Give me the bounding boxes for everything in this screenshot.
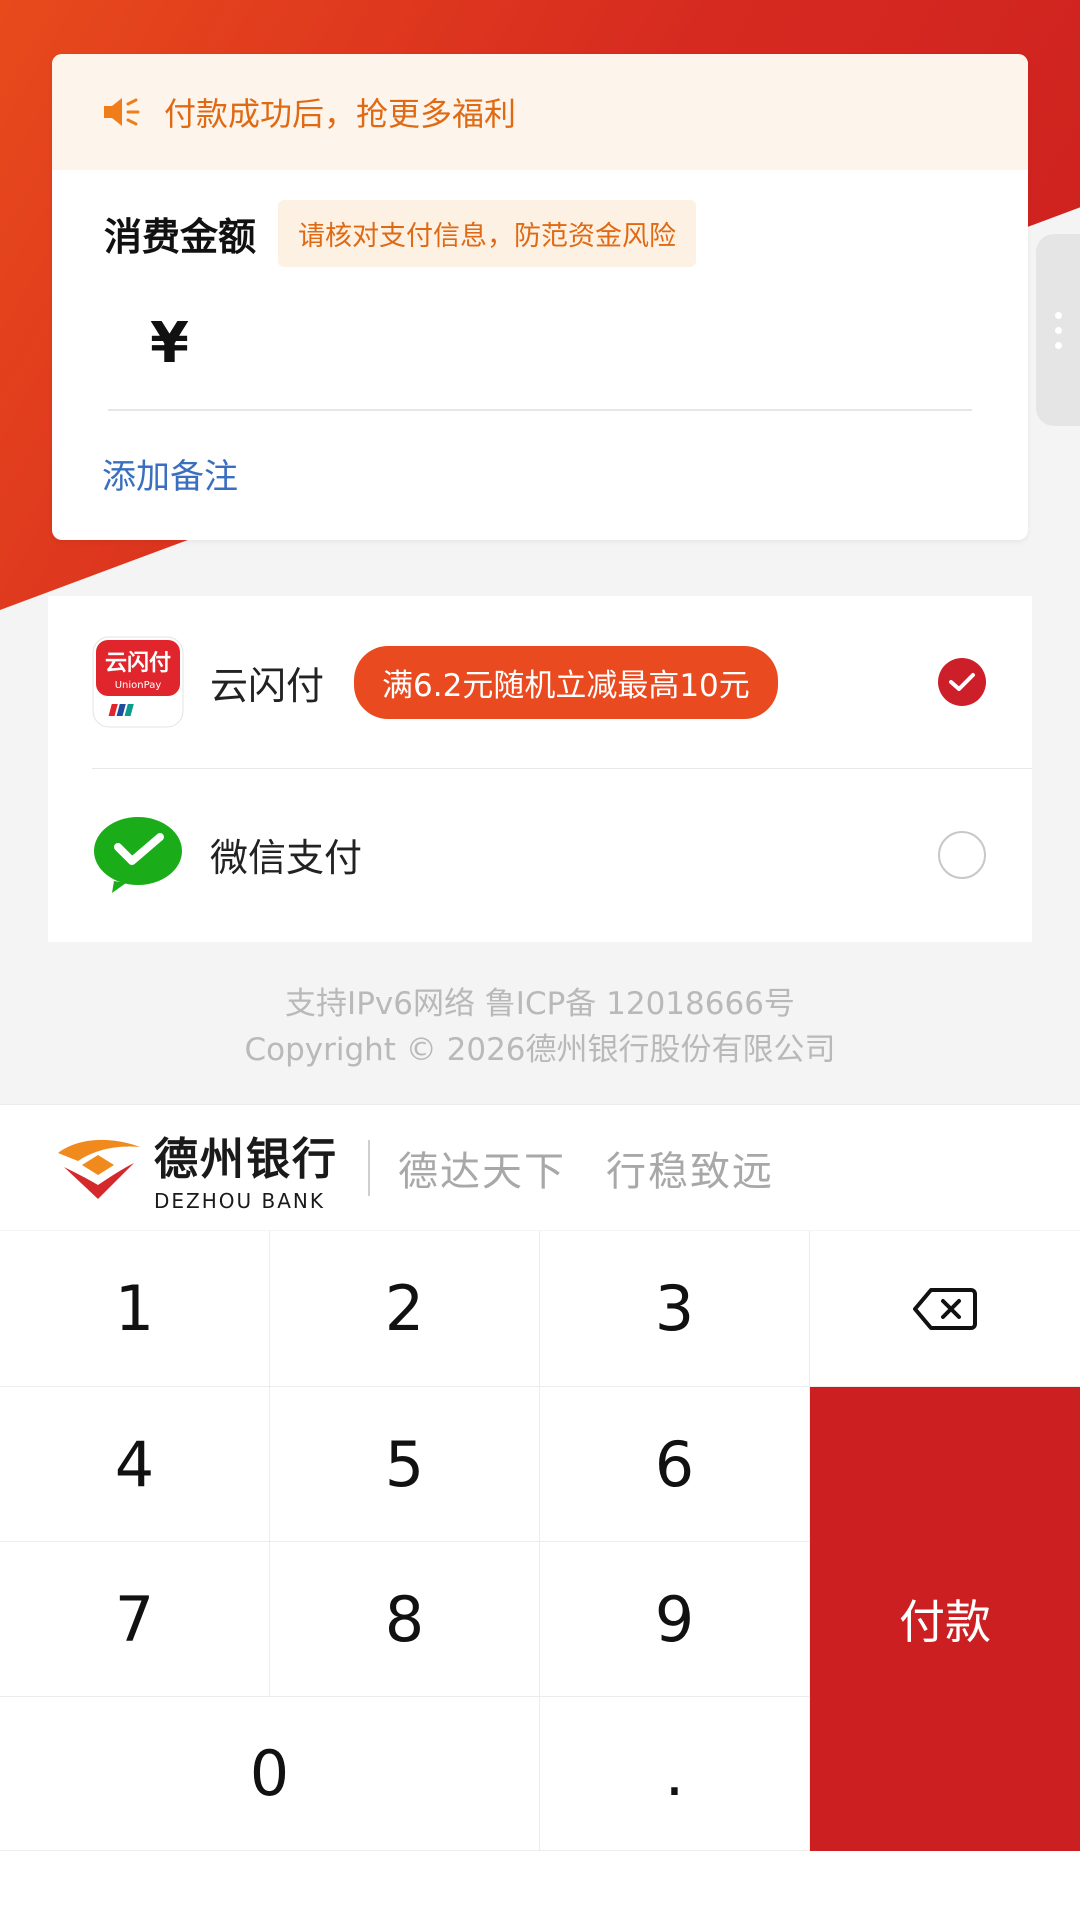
backspace-key[interactable] [810,1231,1080,1387]
key-1[interactable]: 1 [0,1231,270,1387]
amount-title: 消费金额 [104,215,257,259]
payment-option-unionpay[interactable]: 云闪付 UnionPay 云闪付 满6.2元随机立减最高10元 [48,596,1032,768]
key-0[interactable]: 0 [0,1697,540,1851]
brand-divider [368,1139,370,1196]
unionpay-icon: 云闪付 UnionPay [92,636,184,728]
payment-option-wechat[interactable]: 微信支付 [92,768,1032,940]
backspace-icon [913,1287,977,1330]
pay-button[interactable]: 付款 [810,1387,1080,1851]
key-2[interactable]: 2 [270,1231,540,1387]
notice-text: 付款成功后，抢更多福利 [164,95,517,133]
slogan-1: 德达天下 [398,1148,566,1195]
key-4[interactable]: 4 [0,1387,270,1542]
svg-text:云闪付: 云闪付 [105,651,171,676]
amount-input[interactable] [208,315,978,371]
promo-badge: 满6.2元随机立减最高10元 [354,645,778,719]
side-menu-handle[interactable] [1036,234,1080,426]
payment-methods: 云闪付 UnionPay 云闪付 满6.2元随机立减最高10元 微信支付 [48,596,1032,942]
key-7[interactable]: 7 [0,1542,270,1697]
amount-row: ¥ [102,303,978,383]
amount-card: 付款成功后，抢更多福利 消费金额 请核对支付信息，防范资金风险 ¥ 添加备注 [52,54,1028,540]
payment-name-wechat: 微信支付 [210,836,363,880]
notice-bar: 付款成功后，抢更多福利 [52,54,1028,170]
amount-divider [108,409,972,411]
icp-text: 支持IPv6网络 鲁ICP备 12018666号 [285,986,795,1022]
key-6[interactable]: 6 [540,1387,810,1542]
svg-text:UnionPay: UnionPay [115,680,162,691]
amount-tip: 请核对支付信息，防范资金风险 [278,200,697,267]
currency-symbol: ¥ [150,310,189,376]
bank-name-en: DEZHOU BANK [154,1188,325,1213]
key-5[interactable]: 5 [270,1387,540,1542]
add-note-link[interactable]: 添加备注 [52,449,1028,498]
amount-header: 消费金额 请核对支付信息，防范资金风险 [52,200,1028,267]
key-8[interactable]: 8 [270,1542,540,1697]
dezhou-bank-logo-icon [58,1139,140,1199]
key-decimal[interactable]: . [540,1697,810,1851]
payment-name-unionpay: 云闪付 [210,663,325,708]
wechat-pay-icon [94,816,182,893]
slogan-2: 行稳致远 [606,1148,774,1195]
bank-name-cn: 德州银行 [154,1133,338,1185]
key-9[interactable]: 9 [540,1542,810,1697]
radio-unchecked-icon[interactable] [938,830,986,879]
speaker-icon [104,98,140,126]
key-3[interactable]: 3 [540,1231,810,1387]
radio-checked-icon[interactable] [938,658,986,706]
brand-bar: 德州银行 DEZHOU BANK 德达天下 行稳致远 [0,1104,1080,1230]
copyright-text: Copyright © 2026德州银行股份有限公司 [244,1032,836,1068]
numeric-keypad: 1 2 3 4 5 6 7 8 9 0 . 付款 [0,1231,1080,1912]
